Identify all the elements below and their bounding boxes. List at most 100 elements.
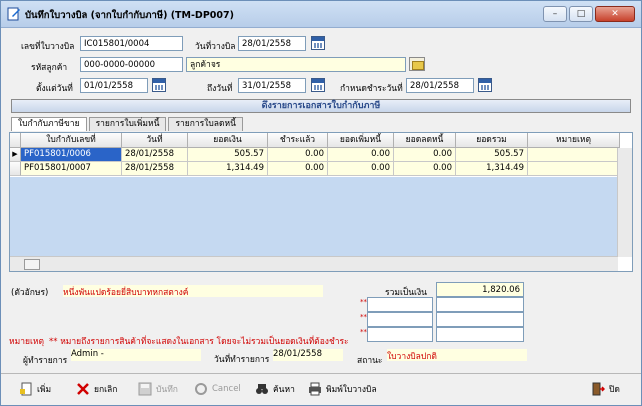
customer-name-field[interactable]: ลูกค้าจร [186, 57, 406, 72]
blank-field[interactable] [436, 297, 524, 312]
blank-mark: ** [360, 298, 367, 306]
cancel-document-label: ยกเลิก [94, 385, 118, 395]
column-header[interactable]: ยอดลดหนี้ [394, 133, 456, 148]
undo-icon [195, 383, 207, 395]
note-cell[interactable] [528, 148, 620, 162]
cancel-document-button[interactable]: ยกเลิก [76, 380, 117, 398]
table-row[interactable]: ▶ PF015801/0006 28/01/2558 505.57 0.00 0… [10, 148, 620, 162]
from-date-label: ตั้งแต่วันที่ [36, 84, 73, 94]
from-date-field[interactable]: 01/01/2558 [80, 78, 148, 93]
invoice-no-cell[interactable]: PF015801/0007 [21, 162, 122, 176]
exit-label: ปิด [609, 385, 620, 395]
blank-mark: ** [360, 313, 367, 321]
invoice-grid[interactable]: ใบกำกับเลขที่ วันที่ ยอดเงิน ชำระแล้ว ยอ… [9, 132, 633, 272]
main-window: บันทึกใบวางบิล (จากใบกำกับภาษี) (TM-DP00… [0, 0, 642, 406]
due-date-field[interactable]: 28/01/2558 [406, 78, 474, 93]
column-header[interactable]: หมายเหตุ [528, 133, 620, 148]
search-button[interactable]: ค้นหา [255, 380, 295, 398]
status-value: ใบวางบิลปกติ [387, 349, 527, 362]
customer-code-field[interactable]: 000-0000-00000 [80, 57, 183, 72]
txn-date-label: วันที่ทำรายการ [214, 355, 270, 365]
app-icon [7, 7, 20, 21]
maximize-button[interactable]: □ [569, 6, 593, 22]
printer-icon [309, 382, 321, 396]
minimize-button[interactable]: – [543, 6, 567, 22]
to-date-label: ถึงวันที่ [207, 84, 233, 94]
due-date-calendar-icon[interactable] [478, 78, 492, 92]
blank-field[interactable] [367, 312, 433, 327]
tab-strip: ใบกำกับภาษีขาย รายการใบเพิ่มหนี้ รายการใ… [11, 117, 245, 131]
print-bill-button[interactable]: พิมพ์ใบวางบิล [308, 380, 377, 398]
remark-text: ** หมายถึงรายการสินค้าที่จะแสดงในเอกสาร … [49, 337, 349, 347]
column-header[interactable]: ชำระแล้ว [268, 133, 328, 148]
bottom-toolbar: เพิ่ม ยกเลิก บันทึก Cancel ค้นหา พิมพ์ใบ… [1, 373, 641, 405]
text-amount-value: หนึ่งพันแปดร้อยยี่สิบบาทหกสตางค์ [63, 285, 323, 298]
search-label: ค้นหา [273, 385, 295, 395]
row-pointer-icon: ▶ [10, 148, 21, 162]
paid-cell[interactable]: 0.00 [268, 148, 328, 162]
date-cell[interactable]: 28/01/2558 [122, 162, 188, 176]
tab-credit-notes[interactable]: รายการใบลดหนี้ [168, 117, 243, 131]
debit-cell[interactable]: 0.00 [328, 148, 394, 162]
bill-date-label: วันที่วางบิล [195, 42, 236, 52]
total-cell[interactable]: 1,314.49 [456, 162, 528, 176]
close-button[interactable]: ✕ [595, 6, 635, 22]
title-bar: บันทึกใบวางบิล (จากใบกำกับภาษี) (TM-DP00… [1, 1, 641, 28]
add-button[interactable]: เพิ่ม [19, 380, 51, 398]
save-label: บันทึก [156, 385, 178, 395]
paid-cell[interactable]: 0.00 [268, 162, 328, 176]
blank-field[interactable] [367, 297, 433, 312]
blank-mark: ** [360, 328, 367, 336]
blank-field[interactable] [436, 312, 524, 327]
to-date-calendar-icon[interactable] [311, 78, 325, 92]
amount-cell[interactable]: 1,314.49 [188, 162, 268, 176]
note-cell[interactable] [528, 162, 620, 176]
customer-lookup-icon[interactable] [409, 57, 425, 71]
table-row[interactable]: PF015801/0007 28/01/2558 1,314.49 0.00 0… [10, 162, 620, 176]
column-header[interactable]: ยอดรวม [456, 133, 528, 148]
column-header[interactable]: ใบกำกับเลขที่ [21, 133, 122, 148]
operator-label: ผู้ทำรายการ [23, 356, 68, 366]
invoice-no-cell[interactable]: PF015801/0006 [21, 148, 122, 162]
to-date-field[interactable]: 31/01/2558 [238, 78, 306, 93]
exit-door-icon [592, 382, 605, 396]
blank-field[interactable] [436, 327, 524, 342]
cancel-button[interactable]: Cancel [194, 380, 241, 398]
column-header[interactable]: ยอดเพิ่มหนี้ [328, 133, 394, 148]
customer-label: รหัสลูกค้า [31, 63, 68, 73]
grid-header: ใบกำกับเลขที่ วันที่ ยอดเงิน ชำระแล้ว ยอ… [10, 133, 620, 148]
credit-cell[interactable]: 0.00 [394, 162, 456, 176]
remark-label: หมายเหตุ [9, 337, 44, 347]
credit-cell[interactable]: 0.00 [394, 148, 456, 162]
binoculars-icon [256, 384, 268, 394]
text-amount-label: (ตัวอักษร) [11, 288, 49, 298]
amount-cell[interactable]: 505.57 [188, 148, 268, 162]
print-bill-label: พิมพ์ใบวางบิล [326, 385, 377, 395]
txn-date-value: 28/01/2558 [273, 349, 343, 361]
window-title: บันทึกใบวางบิล (จากใบกำกับภาษี) (TM-DP00… [25, 10, 234, 21]
total-cell[interactable]: 505.57 [456, 148, 528, 162]
date-cell[interactable]: 28/01/2558 [122, 148, 188, 162]
column-header[interactable]: วันที่ [122, 133, 188, 148]
horizontal-scrollbar[interactable] [10, 256, 618, 271]
total-field: 1,820.06 [436, 282, 524, 297]
bill-date-calendar-icon[interactable] [311, 36, 325, 50]
cancel-label: Cancel [212, 384, 241, 394]
bill-no-field[interactable]: IC015801/0004 [80, 36, 183, 51]
tab-sales-invoices[interactable]: ใบกำกับภาษีขาย [11, 117, 87, 131]
debit-cell[interactable]: 0.00 [328, 162, 394, 176]
add-label: เพิ่ม [37, 385, 52, 395]
blank-field[interactable] [367, 327, 433, 342]
from-date-calendar-icon[interactable] [152, 78, 166, 92]
bill-date-field[interactable]: 28/01/2558 [238, 36, 306, 51]
tab-debit-notes[interactable]: รายการใบเพิ่มหนี้ [88, 117, 167, 131]
fetch-invoices-button[interactable]: ดึงรายการเอกสารใบกำกับภาษี [11, 99, 631, 113]
exit-button[interactable]: ปิด [591, 380, 620, 398]
due-date-label: กำหนดชำระวันที่ [340, 84, 403, 94]
scroll-thumb[interactable] [24, 259, 40, 270]
vertical-scrollbar[interactable] [617, 148, 632, 257]
column-header[interactable]: ยอดเงิน [188, 133, 268, 148]
operator-value: Admin - [71, 349, 201, 361]
row-indicator [10, 162, 21, 176]
save-button[interactable]: บันทึก [138, 380, 178, 398]
